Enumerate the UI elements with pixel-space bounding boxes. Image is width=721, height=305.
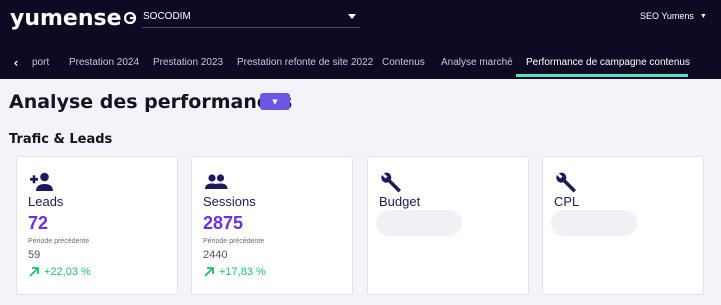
yumens-logo[interactable]: yumense <box>10 5 137 31</box>
page-title: Analyse des performances <box>9 91 293 113</box>
top-bar: yumense SOCODIM SEO Yumens ▼ ‹ port Pres… <box>0 0 721 79</box>
previous-period-label: Période précédente <box>28 238 90 245</box>
wrench-icon <box>556 172 576 193</box>
logo-text: yumense <box>10 5 122 31</box>
kpi-label: Budget <box>379 194 421 209</box>
loading-placeholder <box>551 210 637 236</box>
tab-prestation-refonte-2022[interactable]: Prestation refonte de site 2022 <box>237 57 373 68</box>
chevron-down-icon: ▼ <box>699 12 707 20</box>
trend-indicator: +22,03 % <box>28 266 91 278</box>
arrow-up-right-icon <box>204 267 214 277</box>
caret-down-icon <box>348 14 356 19</box>
tab-prestation-2024[interactable]: Prestation 2024 <box>69 57 139 68</box>
previous-period-value: 2440 <box>203 249 228 261</box>
tab-analyse-marche[interactable]: Analyse marché <box>441 57 513 68</box>
previous-period-label: Période précédente <box>203 238 265 245</box>
wrench-icon <box>381 172 401 193</box>
previous-period-value: 59 <box>28 249 41 261</box>
kpi-card-sessions: Sessions 2875 Période précédente 2440 +1… <box>191 156 353 295</box>
add-user-icon <box>30 172 53 191</box>
tabs-scroll-left-icon[interactable]: ‹ <box>9 56 23 72</box>
tab-performance-campagne-contenus[interactable]: Performance de campagne contenus <box>526 57 690 68</box>
kpi-card-leads: Leads 72 Période précédente 59 +22,03 % <box>16 156 178 295</box>
project-selector-value: SOCODIM <box>143 11 191 22</box>
trend-value: +17,83 % <box>219 266 266 278</box>
tab-contenus[interactable]: Contenus <box>382 57 425 68</box>
section-title: Trafic & Leads <box>9 132 113 147</box>
account-label: SEO Yumens <box>640 11 694 21</box>
kpi-value: 2875 <box>203 213 244 233</box>
kpi-label: Leads <box>28 194 64 209</box>
kpi-label: Sessions <box>203 194 256 209</box>
trend-value: +22,03 % <box>44 266 91 278</box>
project-selector[interactable]: SOCODIM <box>142 11 360 28</box>
active-tab-indicator <box>516 74 688 77</box>
account-menu[interactable]: SEO Yumens ▼ <box>640 11 707 21</box>
kpi-card-cpl: CPL <box>542 156 704 295</box>
users-icon <box>205 174 228 189</box>
loading-placeholder <box>376 210 462 236</box>
trend-indicator: +17,83 % <box>203 266 266 278</box>
tab-bar: ‹ port Prestation 2024 Prestation 2023 P… <box>0 49 721 79</box>
kpi-value: 72 <box>28 213 49 233</box>
tab-prestation-2023[interactable]: Prestation 2023 <box>153 57 223 68</box>
kpi-card-budget: Budget <box>367 156 529 295</box>
kpi-label: CPL <box>554 194 580 209</box>
period-dropdown-button[interactable]: ▼ <box>260 93 290 110</box>
logo-mark-icon <box>123 11 136 25</box>
tab-rapport[interactable]: port <box>32 57 49 68</box>
arrow-up-right-icon <box>29 267 39 277</box>
chevron-down-icon: ▼ <box>272 97 278 106</box>
